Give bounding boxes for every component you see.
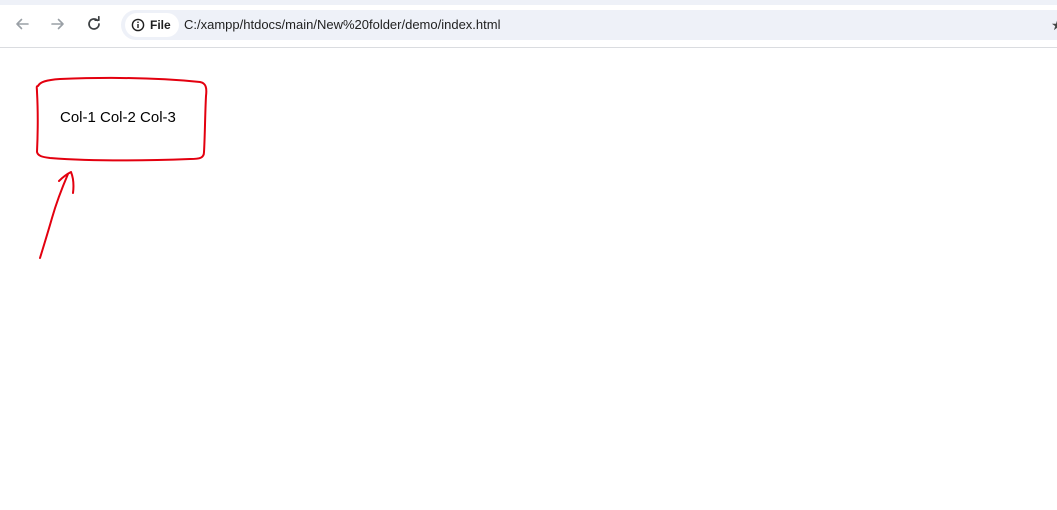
tab-strip-edge	[0, 0, 1057, 5]
address-bar[interactable]: File C:/xampp/htdocs/main/New%20folder/d…	[121, 10, 1057, 40]
reload-button[interactable]	[83, 13, 105, 35]
forward-button[interactable]	[47, 13, 69, 35]
arrow-left-icon	[16, 18, 29, 30]
annotation-overlay	[35, 77, 208, 259]
site-info-label: File	[150, 18, 171, 32]
browser-toolbar: File C:/xampp/htdocs/main/New%20folder/d…	[0, 0, 1057, 48]
arrow-right-icon	[51, 18, 64, 30]
url-text[interactable]: C:/xampp/htdocs/main/New%20folder/demo/i…	[184, 17, 500, 32]
star-icon[interactable]: ★	[1051, 17, 1057, 33]
info-icon	[131, 18, 145, 32]
back-button[interactable]	[11, 13, 33, 35]
annotation-arrow	[39, 171, 75, 259]
page-content-text: Col-1 Col-2 Col-3	[60, 109, 176, 126]
reload-icon	[88, 16, 100, 30]
site-info-chip[interactable]: File	[125, 13, 179, 37]
